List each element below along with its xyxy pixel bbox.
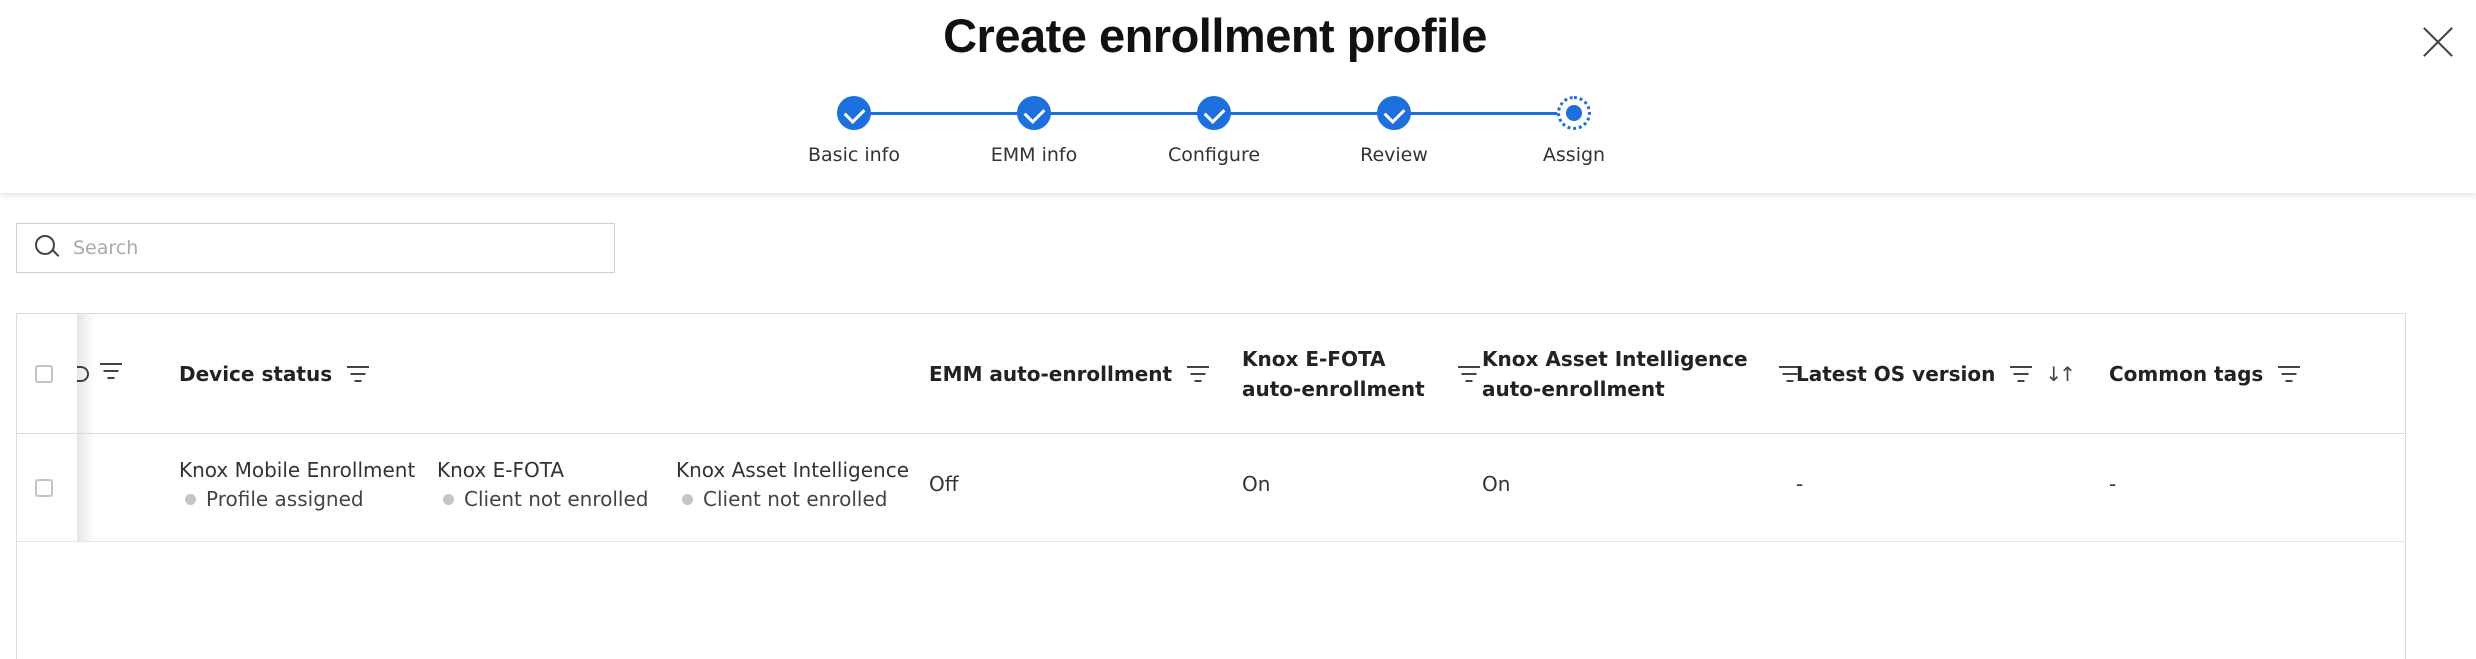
column-header-label: Latest OS version [1796, 362, 1996, 386]
status-kme: Knox Mobile Enrollment Profile assigned [179, 456, 415, 514]
status-value: Client not enrolled [676, 484, 909, 514]
filter-icon[interactable] [2009, 365, 2033, 383]
search-box [16, 223, 615, 273]
device-table: Device status EMM auto-enrollment Knox E… [16, 313, 2406, 659]
status-value: Client not enrolled [437, 484, 648, 514]
column-header-label: Knox Asset Intelligence [1482, 347, 1748, 371]
cell-emm: Off [929, 472, 959, 496]
step-complete-check-icon [837, 96, 871, 130]
column-header-device-status: Device status [179, 359, 370, 389]
column-header-kai: Knox Asset Intelligence auto-enrollment [1482, 344, 1802, 404]
status-value: Profile assigned [179, 484, 415, 514]
table-row[interactable]: Knox Mobile Enrollment Profile assigned … [17, 434, 2405, 542]
cell-efota: On [1242, 472, 1271, 496]
column-header-label: Common tags [2109, 362, 2264, 386]
step-current-icon [1557, 96, 1591, 130]
column-header-common-tags: Common tags [2109, 359, 2301, 389]
step-complete-check-icon [1197, 96, 1231, 130]
cell-kai: On [1482, 472, 1511, 496]
step-assign[interactable]: Assign [1464, 90, 1684, 166]
status-name: Knox E-FOTA [437, 458, 565, 482]
column-header-emm: EMM auto-enrollment [929, 359, 1210, 389]
wizard-header: Create enrollment profile Basic info EMM… [0, 0, 2476, 193]
column-header-efota: Knox E-FOTA auto-enrollment [1242, 344, 1481, 404]
filter-icon[interactable] [99, 362, 123, 380]
status-kai: Knox Asset Intelligence Client not enrol… [676, 456, 909, 514]
search-icon [35, 235, 61, 261]
status-name: Knox Asset Intelligence [676, 458, 909, 482]
filter-icon[interactable] [2277, 365, 2301, 383]
progress-stepper: Basic info EMM info Configure Review Ass… [0, 90, 2476, 180]
status-value-text: Client not enrolled [703, 487, 888, 511]
frozen-column-shadow [77, 314, 95, 433]
row-checkbox[interactable] [35, 479, 53, 497]
cell-latest-os: - [1796, 472, 1804, 496]
frozen-column-shadow [77, 434, 95, 541]
page-title: Create enrollment profile [943, 9, 1487, 62]
column-header-label: EMM auto-enrollment [929, 362, 1173, 386]
status-dot-icon [682, 493, 693, 505]
column-header-latest-os: Latest OS version ↓↑ [1796, 359, 2076, 389]
status-efota: Knox E-FOTA Client not enrolled [437, 456, 648, 514]
step-label: Assign [1542, 144, 1606, 166]
status-value-text: Client not enrolled [464, 487, 649, 511]
close-icon[interactable] [2418, 22, 2458, 62]
status-value-text: Profile assigned [206, 487, 364, 511]
filter-icon[interactable] [1457, 365, 1481, 383]
column-header-label: auto-enrollment [1482, 377, 1665, 401]
filter-icon[interactable] [1186, 365, 1210, 383]
status-dot-icon [443, 493, 454, 505]
table-header-row: Device status EMM auto-enrollment Knox E… [17, 314, 2405, 434]
filter-icon[interactable] [346, 365, 370, 383]
status-dot-icon [185, 493, 196, 505]
column-header-label: auto-enrollment [1242, 377, 1425, 401]
column-header-label: Device status [179, 362, 333, 386]
step-complete-check-icon [1377, 96, 1411, 130]
column-header-label: Knox E-FOTA [1242, 347, 1386, 371]
sort-icon[interactable]: ↓↑ [2045, 363, 2076, 385]
status-name: Knox Mobile Enrollment [179, 458, 416, 482]
select-all-checkbox[interactable] [35, 365, 53, 383]
step-complete-check-icon [1017, 96, 1051, 130]
cell-common-tags: - [2109, 472, 2117, 496]
search-input[interactable] [73, 237, 593, 259]
